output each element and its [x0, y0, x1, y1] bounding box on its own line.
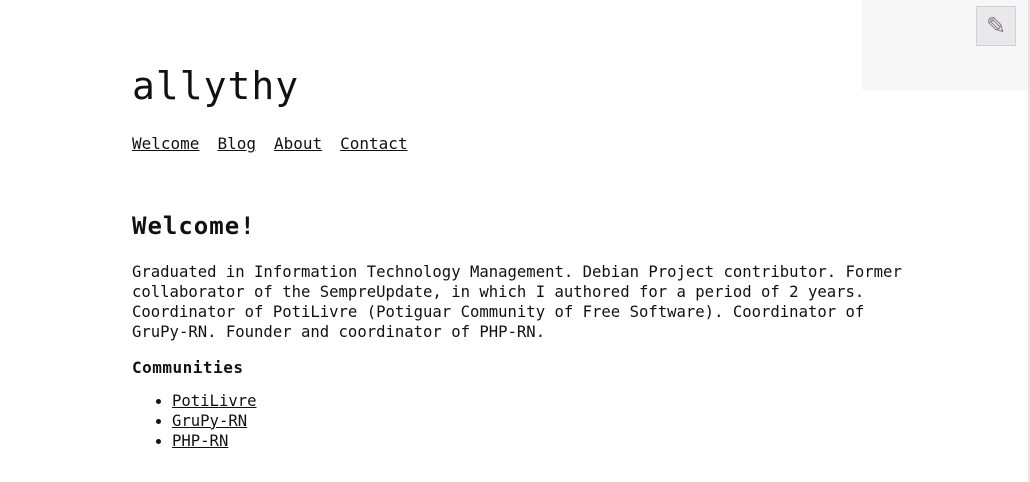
edit-button[interactable]: ✎: [976, 6, 1016, 46]
nav-link-contact[interactable]: Contact: [340, 134, 407, 153]
main-nav: Welcome Blog About Contact: [132, 134, 426, 153]
nav-link-about[interactable]: About: [274, 134, 322, 153]
intro-paragraph: Graduated in Information Technology Mana…: [132, 262, 902, 341]
community-link-php-rn[interactable]: PHP-RN: [172, 432, 228, 450]
communities-list: PotiLivre GruPy-RN PHP-RN: [132, 391, 902, 451]
communities-heading: Communities: [132, 357, 244, 377]
list-item: PotiLivre: [172, 391, 902, 411]
main-content: Welcome! Graduated in Information Techno…: [132, 210, 902, 451]
list-item: PHP-RN: [172, 431, 902, 451]
site-title[interactable]: allythy: [132, 64, 299, 110]
pencil-icon: ✎: [985, 12, 1007, 40]
nav-link-welcome[interactable]: Welcome: [132, 134, 199, 153]
community-link-potilivre[interactable]: PotiLivre: [172, 392, 257, 410]
nav-link-blog[interactable]: Blog: [217, 134, 256, 153]
list-item: GruPy-RN: [172, 411, 902, 431]
community-link-grupy-rn[interactable]: GruPy-RN: [172, 412, 247, 430]
page-heading: Welcome!: [132, 212, 256, 240]
